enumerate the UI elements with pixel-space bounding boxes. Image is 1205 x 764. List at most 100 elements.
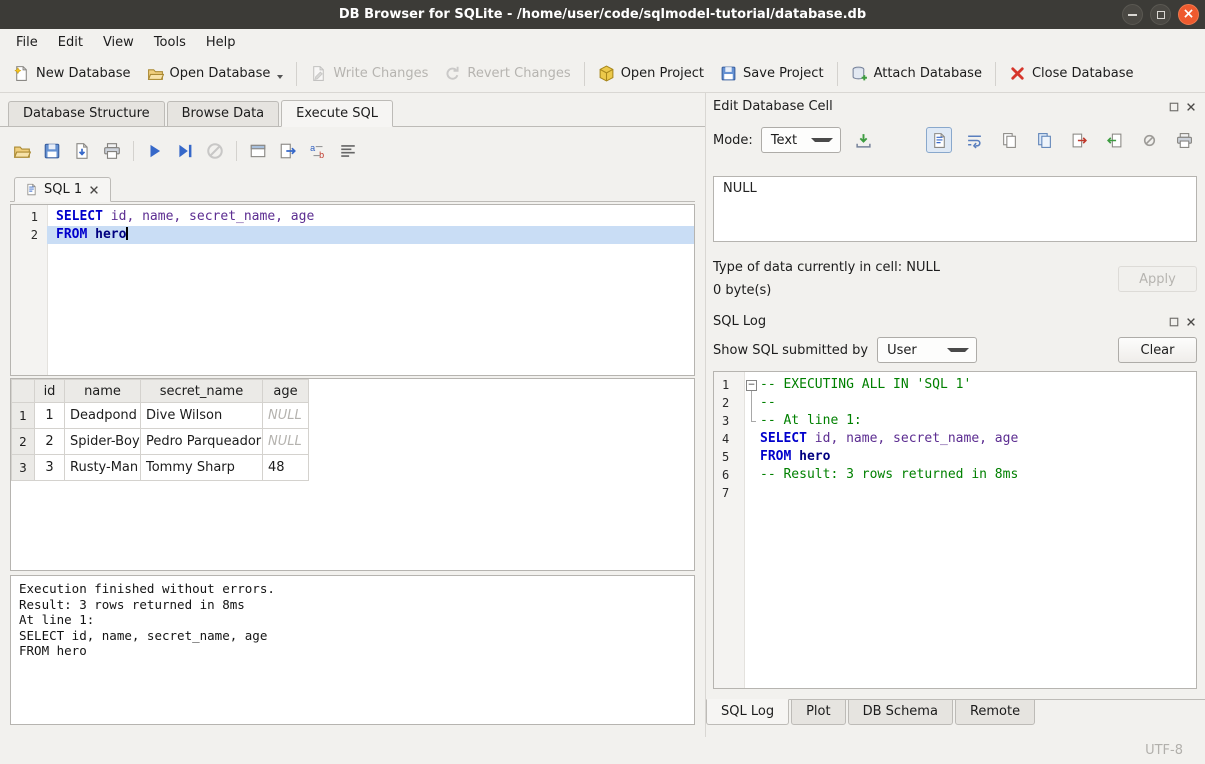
maximize-button[interactable] xyxy=(1150,4,1171,25)
new-database-button[interactable]: New Database xyxy=(5,59,139,88)
fold-marker-icon[interactable] xyxy=(744,376,760,394)
row-number[interactable]: 2 xyxy=(12,429,35,455)
row-number-header xyxy=(12,380,35,403)
save-project-button[interactable]: Save Project xyxy=(712,59,832,88)
close-database-button[interactable]: Close Database xyxy=(1001,59,1142,88)
new-tab-icon xyxy=(249,142,267,160)
open-sql-file-button[interactable] xyxy=(10,139,34,163)
open-database-button[interactable]: Open Database xyxy=(139,59,292,88)
menu-help[interactable]: Help xyxy=(196,32,246,53)
export-cell-button[interactable] xyxy=(1066,127,1092,153)
message-line: FROM hero xyxy=(19,643,686,659)
sql-editor[interactable]: 1SELECT id, name, secret_name, age2FROM … xyxy=(10,204,695,376)
float-panel-button[interactable] xyxy=(1168,101,1180,113)
tab-sql-log[interactable]: SQL Log xyxy=(706,699,789,725)
text-mode-button[interactable] xyxy=(926,127,952,153)
toolbar-button-label: Attach Database xyxy=(874,66,982,81)
export-sql-button[interactable] xyxy=(276,139,300,163)
revert-changes-button: Revert Changes xyxy=(436,59,578,88)
paste-icon xyxy=(1036,132,1053,149)
print-cell-button[interactable] xyxy=(1171,127,1197,153)
mode-combobox[interactable]: Text xyxy=(761,127,841,153)
execute-line-button[interactable] xyxy=(173,139,197,163)
code-line-text: -- EXECUTING ALL IN 'SQL 1' xyxy=(760,376,1196,394)
column-header-secret-name[interactable]: secret_name xyxy=(141,380,263,403)
cell[interactable]: NULL xyxy=(263,403,309,429)
float-panel-button[interactable] xyxy=(1168,316,1180,328)
print-icon xyxy=(103,142,121,160)
row-number[interactable]: 1 xyxy=(12,403,35,429)
close-panel-button[interactable] xyxy=(1185,316,1197,328)
window-controls: × xyxy=(1122,4,1199,25)
menu-view[interactable]: View xyxy=(93,32,144,53)
execute-all-button[interactable] xyxy=(143,139,167,163)
cell[interactable]: Rusty-Man xyxy=(65,455,141,481)
cell[interactable]: 1 xyxy=(35,403,65,429)
print-button[interactable] xyxy=(100,139,124,163)
menu-edit[interactable]: Edit xyxy=(48,32,93,53)
cell[interactable]: Deadpond xyxy=(65,403,141,429)
cell[interactable]: 2 xyxy=(35,429,65,455)
code-line-text: FROM hero xyxy=(760,448,1196,466)
word-wrap-button[interactable] xyxy=(961,127,987,153)
sql-tab-sql-1[interactable]: SQL 1 xyxy=(14,177,111,202)
paste-button[interactable] xyxy=(1031,127,1057,153)
column-header-id[interactable]: id xyxy=(35,380,65,403)
clear-button[interactable]: Clear xyxy=(1118,337,1197,363)
tab-database-structure[interactable]: Database Structure xyxy=(8,101,165,127)
cell[interactable]: 3 xyxy=(35,455,65,481)
find-replace-button[interactable]: ab xyxy=(306,139,330,163)
toolbar-separator xyxy=(584,62,585,86)
filter-combobox[interactable]: User xyxy=(877,337,977,363)
cell-content: NULL xyxy=(723,181,757,196)
cell[interactable]: 48 xyxy=(263,455,309,481)
tab-remote[interactable]: Remote xyxy=(955,699,1035,725)
tab-plot[interactable]: Plot xyxy=(791,699,846,725)
close-database-icon xyxy=(1009,65,1026,82)
menu-file[interactable]: File xyxy=(6,32,48,53)
write-changes-icon xyxy=(310,65,327,82)
new-tab-button[interactable] xyxy=(246,139,270,163)
cell[interactable]: Pedro Parqueador xyxy=(141,429,263,455)
dropdown-chevron-icon[interactable] xyxy=(277,75,283,79)
revert-changes-icon xyxy=(444,65,461,82)
cell[interactable]: Dive Wilson xyxy=(141,403,263,429)
import-cell-button[interactable] xyxy=(1101,127,1127,153)
encoding-label: UTF-8 xyxy=(1145,743,1183,758)
message-line: SELECT id, name, secret_name, age xyxy=(19,628,686,644)
cell-editor[interactable]: NULL xyxy=(713,176,1197,242)
stop-button xyxy=(203,139,227,163)
sql-log-header-icons xyxy=(1168,316,1197,328)
open-project-icon xyxy=(598,65,615,82)
copy-button[interactable] xyxy=(996,127,1022,153)
attach-database-button[interactable]: Attach Database xyxy=(843,59,990,88)
sql-log-title: SQL Log xyxy=(713,314,766,329)
execute-line-icon xyxy=(176,142,194,160)
cell[interactable]: Spider-Boy xyxy=(65,429,141,455)
tab-execute-sql[interactable]: Execute SQL xyxy=(281,100,393,127)
row-number[interactable]: 3 xyxy=(12,455,35,481)
column-header-age[interactable]: age xyxy=(263,380,309,403)
ed-line-2: 2FROM hero xyxy=(11,226,694,244)
sql-log-controls: Show SQL submitted by User Clear xyxy=(713,337,1197,363)
save-results-button[interactable] xyxy=(70,139,94,163)
open-project-button[interactable]: Open Project xyxy=(590,59,712,88)
log-line-3: 3-- At line 1: xyxy=(714,412,1196,430)
sql-log-view[interactable]: 1-- EXECUTING ALL IN 'SQL 1'2--3-- At li… xyxy=(713,371,1197,689)
close-tab-button[interactable] xyxy=(88,184,100,196)
line-number: 4 xyxy=(714,430,744,448)
close-panel-button[interactable] xyxy=(1185,101,1197,113)
column-header-name[interactable]: name xyxy=(65,380,141,403)
format-button[interactable] xyxy=(336,139,360,163)
close-button[interactable]: × xyxy=(1178,4,1199,25)
cell[interactable]: Tommy Sharp xyxy=(141,455,263,481)
tab-db-schema[interactable]: DB Schema xyxy=(848,699,953,725)
import-data-button[interactable] xyxy=(851,127,877,153)
set-null-button[interactable] xyxy=(1136,127,1162,153)
tab-browse-data[interactable]: Browse Data xyxy=(167,101,280,127)
copy-icon xyxy=(1001,132,1018,149)
minimize-button[interactable] xyxy=(1122,4,1143,25)
cell[interactable]: NULL xyxy=(263,429,309,455)
save-sql-file-button[interactable] xyxy=(40,139,64,163)
menu-tools[interactable]: Tools xyxy=(144,32,196,53)
